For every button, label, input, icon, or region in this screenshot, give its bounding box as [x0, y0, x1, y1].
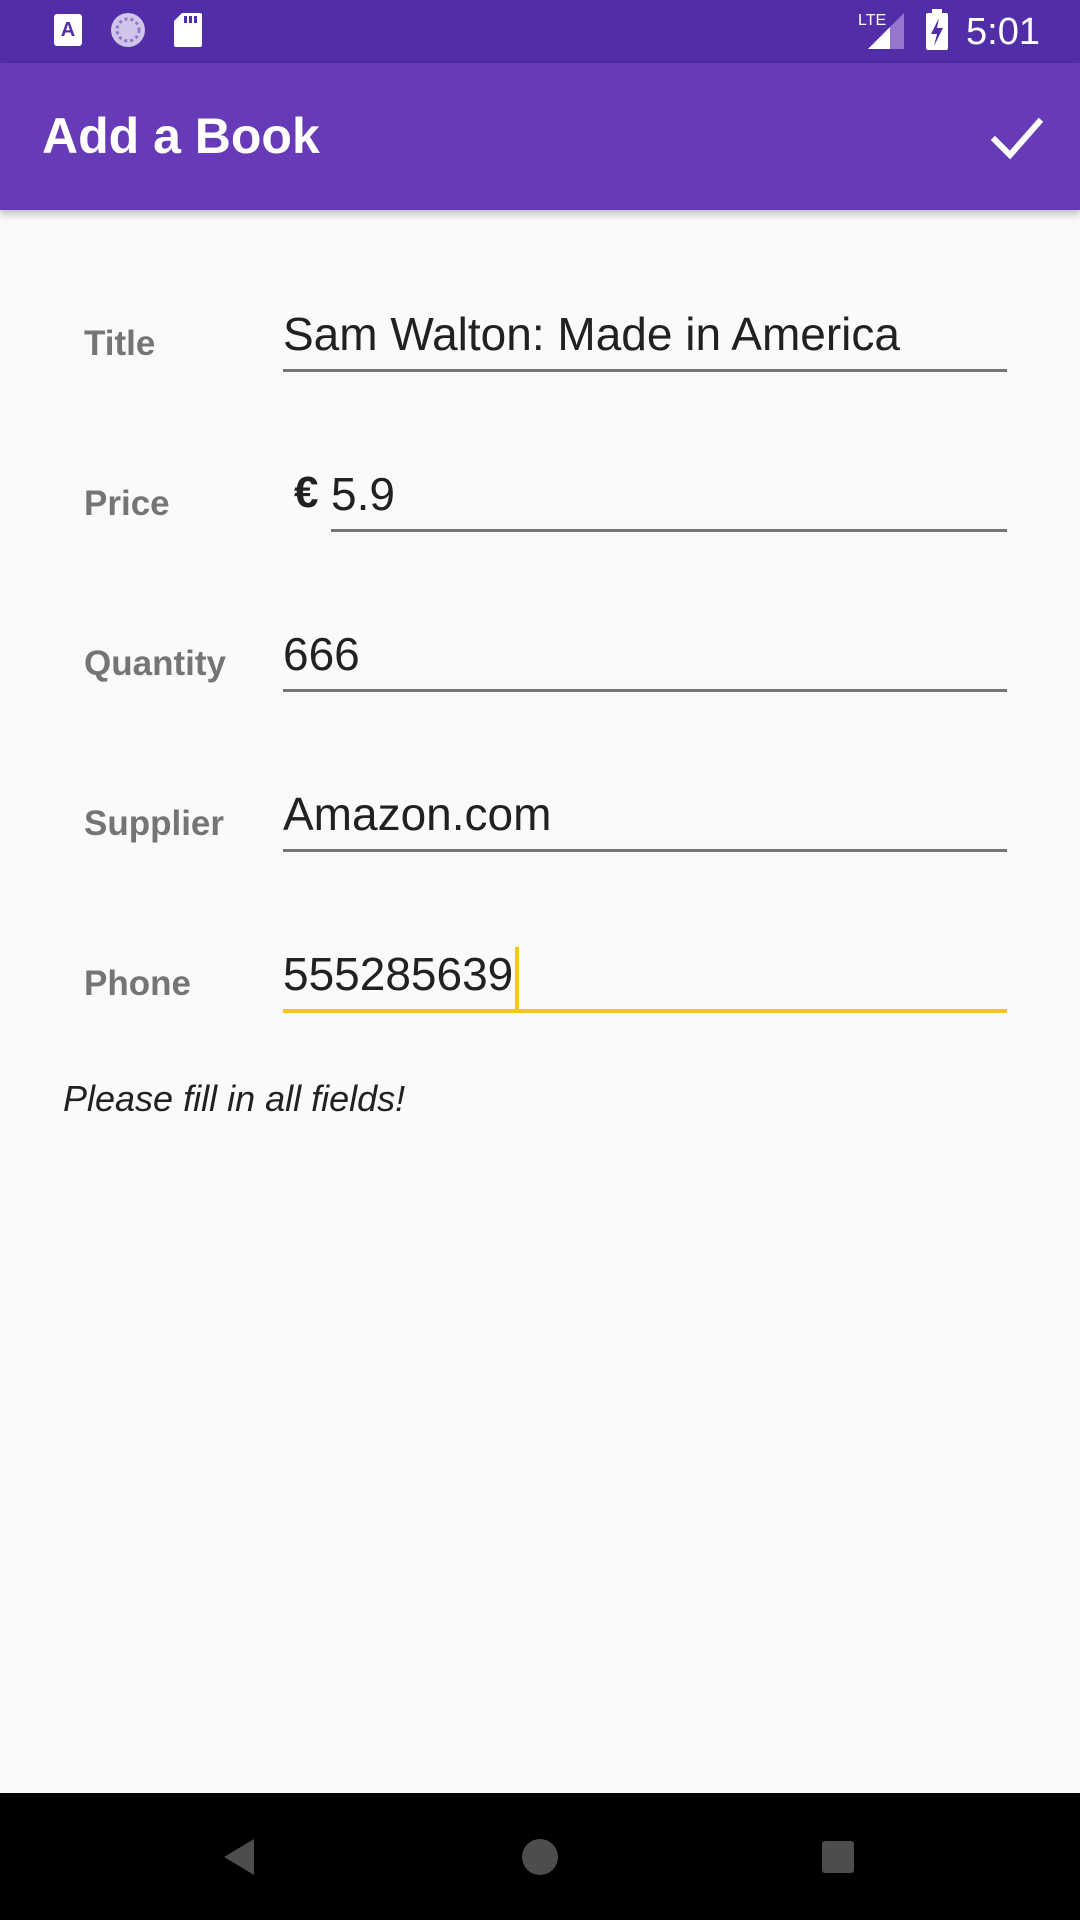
price-field[interactable]: 5.9	[331, 459, 1007, 532]
back-icon	[224, 1839, 254, 1875]
phone-row: Phone 555285639	[0, 920, 1080, 1040]
phone-value: 555285639	[283, 948, 514, 1000]
title-field[interactable]: Sam Walton: Made in America	[283, 299, 1007, 372]
price-row: Price € 5.9	[0, 440, 1080, 560]
quantity-row: Quantity 666	[0, 600, 1080, 720]
app-a-icon: A	[52, 12, 84, 53]
price-label: Price	[84, 484, 170, 523]
supplier-row: Supplier Amazon.com	[0, 760, 1080, 880]
network-label: LTE	[858, 12, 886, 29]
status-time: 5:01	[966, 10, 1040, 53]
recents-button[interactable]	[806, 1825, 870, 1889]
recents-icon	[822, 1841, 854, 1873]
phone-label: Phone	[84, 964, 191, 1003]
navigation-bar	[0, 1793, 1080, 1920]
lte-signal-icon: LTE	[858, 9, 908, 56]
battery-charging-icon	[924, 8, 950, 56]
currency-symbol: €	[294, 468, 319, 517]
title-row: Title Sam Walton: Made in America	[0, 280, 1080, 400]
home-button[interactable]	[508, 1825, 572, 1889]
check-icon	[990, 117, 1044, 160]
text-cursor	[515, 946, 520, 1009]
validation-hint: Please fill in all fields!	[63, 1078, 406, 1119]
back-button[interactable]	[208, 1825, 272, 1889]
supplier-label: Supplier	[84, 804, 225, 843]
svg-text:A: A	[61, 19, 75, 41]
home-icon	[522, 1839, 558, 1875]
phone-field[interactable]: 555285639	[283, 939, 1007, 1013]
supplier-field[interactable]: Amazon.com	[283, 779, 1007, 852]
status-system: LTE 5:01	[858, 8, 1040, 56]
status-bar: A LTE 5:01	[0, 0, 1080, 63]
title-label: Title	[84, 324, 156, 363]
status-notifications: A	[52, 12, 204, 52]
loading-icon	[108, 10, 148, 55]
quantity-field[interactable]: 666	[283, 619, 1007, 692]
save-button[interactable]	[982, 103, 1052, 173]
page-title: Add a Book	[42, 108, 320, 164]
sd-card-icon	[172, 11, 204, 54]
app-bar: Add a Book	[0, 63, 1080, 210]
quantity-label: Quantity	[84, 644, 226, 683]
